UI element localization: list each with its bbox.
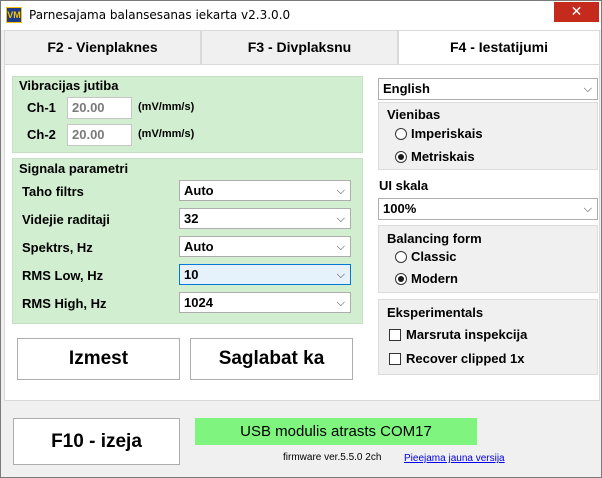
units-group: Vienibas Imperiskais Metriskais [378,102,598,170]
tab-bar: F2 - Vienplaknes F3 - Divplaksnu F4 - Ie… [4,30,600,65]
chevron-down-icon: ⌵ [336,268,345,281]
balancing-form-group: Balancing form Classic Modern [378,225,598,293]
ch2-unit-label: (mV/mm/s) [138,128,195,140]
rms-low-select[interactable]: 10 ⌵ [179,264,351,285]
averages-label: Videjie raditaji [22,212,110,227]
signal-group: Signala parametri Taho filtrs Auto ⌵ Vid… [12,158,363,324]
sensitivity-group-title: Vibracijas jutiba [19,78,119,93]
ui-scale-label: UI skala [379,178,429,193]
language-value: English [383,81,430,96]
units-imperial-radio[interactable]: Imperiskais [395,126,483,142]
rms-low-label: RMS Low, Hz [22,268,104,283]
route-inspection-checkbox[interactable]: Marsruta inspekcija [389,327,527,343]
ch2-sensitivity-input[interactable]: 20.00 [67,124,132,146]
window-title: Parnesajama balansesanas iekarta v2.3.0.… [29,8,291,22]
averages-value: 32 [184,211,199,226]
app-logo-icon: VM [6,7,22,23]
ch1-sensitivity-input[interactable]: 20.00 [67,97,132,119]
rms-low-value: 10 [184,267,199,282]
checkbox-icon [389,353,401,365]
form-modern-radio[interactable]: Modern [395,271,458,287]
units-metric-label: Metriskais [411,149,475,164]
radio-on-icon [395,151,407,163]
tab-single-plane[interactable]: F2 - Vienplaknes [4,30,201,65]
chevron-down-icon: ⌵ [336,240,345,253]
save-as-button[interactable]: Saglabat ka [190,338,353,380]
spectrum-label: Spektrs, Hz [22,240,93,255]
chevron-down-icon: ⌵ [583,82,592,95]
radio-on-icon [395,273,407,285]
exit-button[interactable]: F10 - izeja [13,418,180,465]
chevron-down-icon: ⌵ [336,296,345,309]
units-group-title: Vienibas [387,107,441,122]
new-version-link[interactable]: Pieejama jauna versija [404,453,505,464]
route-inspection-label: Marsruta inspekcija [406,327,528,342]
spectrum-value: Auto [184,239,214,254]
language-select[interactable]: English ⌵ [378,78,598,100]
reset-button[interactable]: Izmest [17,338,180,380]
ch2-label: Ch-2 [27,127,56,142]
units-imperial-label: Imperiskais [411,126,483,141]
app-window: VM Parnesajama balansesanas iekarta v2.3… [0,0,602,478]
tab-two-plane[interactable]: F3 - Divplaksnu [201,30,398,65]
ui-scale-select[interactable]: 100% ⌵ [378,198,598,220]
radio-off-icon [395,128,407,140]
rms-high-select[interactable]: 1024 ⌵ [179,292,351,313]
ch1-label: Ch-1 [27,100,56,115]
experimental-group-title: Eksperimentals [387,305,484,320]
recover-clipped-checkbox[interactable]: Recover clipped 1x [389,351,525,367]
ch1-unit-label: (mV/mm/s) [138,101,195,113]
tab-settings[interactable]: F4 - Iestatijumi [398,30,600,65]
tacho-filter-value: Auto [184,183,214,198]
tacho-filter-label: Taho filtrs [22,184,84,199]
usb-status-indicator: USB modulis atrasts COM17 [195,418,477,445]
tacho-filter-select[interactable]: Auto ⌵ [179,180,351,201]
chevron-down-icon: ⌵ [336,184,345,197]
rms-high-label: RMS High, Hz [22,296,107,311]
experimental-group: Eksperimentals Marsruta inspekcija Recov… [378,299,598,375]
form-classic-radio[interactable]: Classic [395,249,457,265]
close-button[interactable]: ✕ [554,2,599,22]
checkbox-icon [389,329,401,341]
chevron-down-icon: ⌵ [583,202,592,215]
averages-select[interactable]: 32 ⌵ [179,208,351,229]
radio-off-icon [395,251,407,263]
spectrum-select[interactable]: Auto ⌵ [179,236,351,257]
rms-high-value: 1024 [184,295,213,310]
firmware-version-label: firmware ver.5.5.0 2ch [283,452,382,463]
units-metric-radio[interactable]: Metriskais [395,149,475,165]
ui-scale-value: 100% [383,201,417,216]
title-bar[interactable]: VM Parnesajama balansesanas iekarta v2.3… [1,1,601,30]
recover-clipped-label: Recover clipped 1x [406,351,525,366]
chevron-down-icon: ⌵ [336,212,345,225]
sensitivity-group: Vibracijas jutiba Ch-1 20.00 (mV/mm/s) C… [12,76,363,153]
form-classic-label: Classic [411,249,457,264]
form-modern-label: Modern [411,271,458,286]
balancing-form-title: Balancing form [387,231,482,246]
signal-group-title: Signala parametri [19,161,129,176]
